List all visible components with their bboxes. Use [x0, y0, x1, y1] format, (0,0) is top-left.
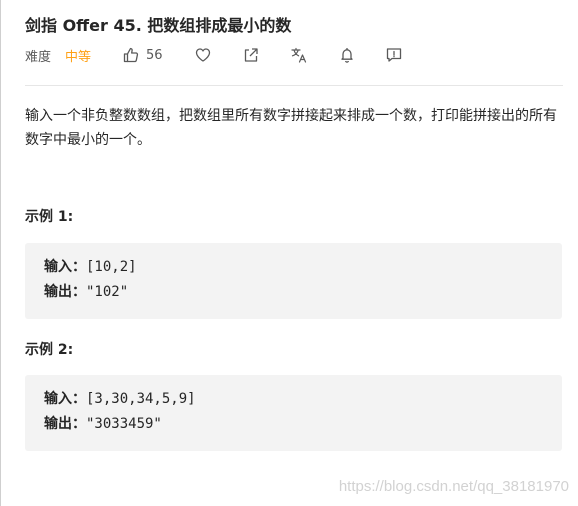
favorite-button[interactable] — [195, 47, 211, 63]
output-value: "102" — [86, 284, 129, 300]
problem-meta-bar: 难度 中等 56 — [25, 44, 402, 66]
divider — [25, 85, 563, 86]
difficulty-badge: 中等 — [65, 49, 92, 65]
example-1-input-row: 输入：[10,2] — [44, 255, 543, 280]
watermark: https://blog.csdn.net/qq_38181970 — [338, 478, 569, 495]
example-2-title: 示例 2: — [25, 342, 74, 358]
heart-icon — [195, 48, 210, 62]
example-1-output-row: 输出："102" — [44, 280, 543, 305]
problem-title: 剑指 Offer 45. 把数组排成最小的数 — [25, 16, 292, 35]
share-button[interactable] — [243, 47, 259, 63]
example-2-input-row: 输入：[3,30,34,5,9] — [44, 387, 543, 412]
bell-icon — [340, 48, 353, 63]
example-2-block: 输入：[3,30,34,5,9] 输出："3033459" — [25, 375, 562, 451]
feedback-icon — [386, 48, 401, 62]
example-2-output-row: 输出："3033459" — [44, 412, 543, 437]
output-label: 输出： — [44, 416, 86, 432]
input-value: [10,2] — [86, 259, 137, 275]
like-button[interactable]: 56 — [123, 47, 163, 63]
translate-button[interactable] — [290, 47, 308, 63]
translate-icon — [290, 47, 306, 63]
notification-button[interactable] — [340, 47, 354, 63]
feedback-button[interactable] — [386, 47, 402, 63]
problem-description: 输入一个非负整数数组，把数组里所有数字拼接起来排成一个数，打印能拼接出的所有数字… — [25, 108, 557, 148]
like-count: 56 — [146, 47, 163, 63]
input-value: [3,30,34,5,9] — [86, 391, 196, 407]
input-label: 输入： — [44, 259, 86, 275]
output-label: 输出： — [44, 284, 86, 300]
input-label: 输入： — [44, 391, 86, 407]
example-1-block: 输入：[10,2] 输出："102" — [25, 243, 562, 319]
example-1-title: 示例 1: — [25, 209, 74, 225]
left-border — [0, 0, 1, 506]
share-icon — [244, 48, 258, 62]
output-value: "3033459" — [86, 416, 162, 432]
thumbs-up-icon — [123, 47, 139, 63]
difficulty-label: 难度 — [25, 49, 52, 65]
